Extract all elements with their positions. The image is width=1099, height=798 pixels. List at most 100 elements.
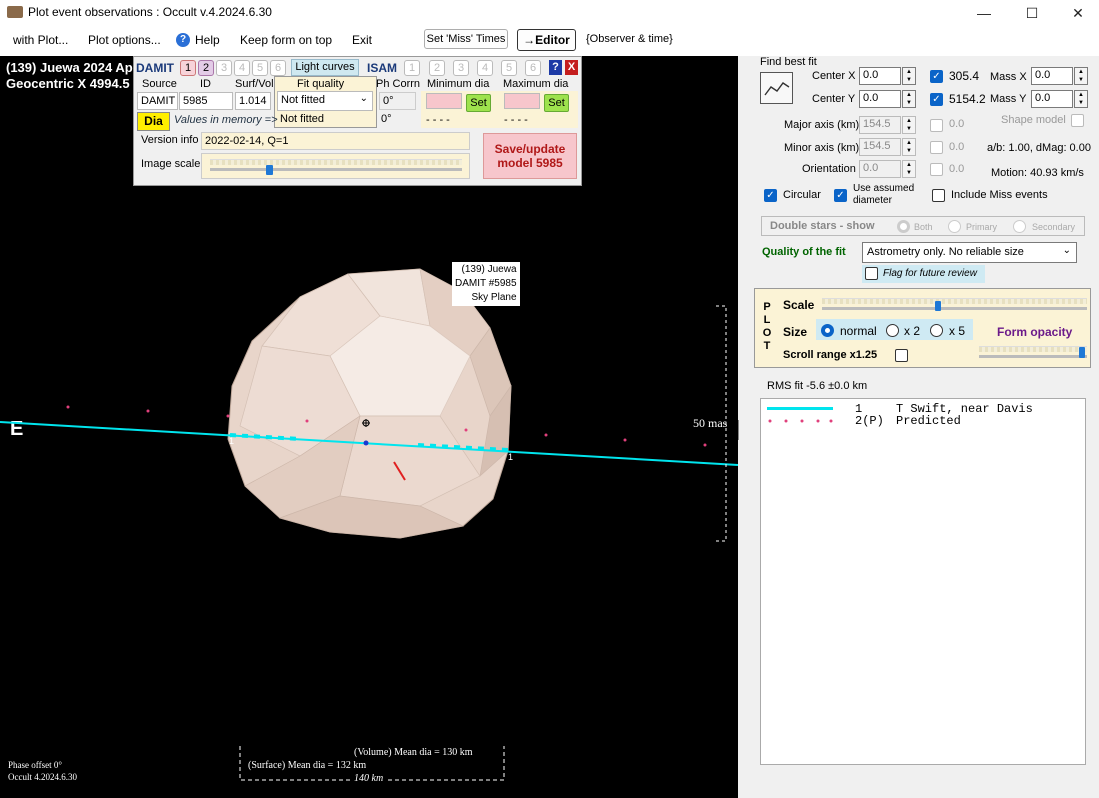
light-curves-button[interactable]: Light curves xyxy=(291,59,359,76)
menu-keep-form-on-top[interactable]: Keep form on top xyxy=(240,33,332,47)
dia-button[interactable]: Dia xyxy=(137,112,170,131)
damit-model-5[interactable]: 5 xyxy=(252,60,268,76)
include-miss-label: Include Miss events xyxy=(951,189,1048,201)
minor-axis-checkbox[interactable] xyxy=(930,141,943,154)
orientation-input[interactable]: 0.0 xyxy=(859,160,901,178)
menu-exit[interactable]: Exit xyxy=(352,33,372,47)
min-dia-set-button[interactable]: Set xyxy=(466,94,491,112)
rms-fit-label: RMS fit -5.6 ±0.0 km xyxy=(767,380,868,392)
splitter-handle[interactable] xyxy=(738,420,741,440)
damit-help-button[interactable]: ? xyxy=(549,60,562,75)
isam-model-1[interactable]: 1 xyxy=(404,60,420,76)
best-fit-button[interactable] xyxy=(760,72,793,104)
secondary-radio[interactable] xyxy=(1013,220,1026,233)
use-assumed-checkbox[interactable]: ✓ xyxy=(834,189,847,202)
image-scale-slider[interactable] xyxy=(201,153,470,179)
damit-model-1[interactable]: 1 xyxy=(180,60,196,76)
center-x-spinner[interactable]: ▲ ▼ xyxy=(902,67,916,85)
scroll-range-checkbox[interactable] xyxy=(895,349,908,362)
orientation-spinner[interactable]: ▲ ▼ xyxy=(902,160,916,178)
menu-observer-time[interactable]: {Observer & time} xyxy=(586,33,673,45)
col-min-dia: Minimum dia xyxy=(427,78,490,90)
quality-of-fit-select[interactable]: Astrometry only. No reliable size ⌄ xyxy=(862,242,1077,263)
include-miss-checkbox[interactable] xyxy=(932,189,945,202)
scale-km-label: 140 km xyxy=(352,773,386,784)
menu-with-plot[interactable]: with Plot... xyxy=(13,33,68,47)
major-axis-input[interactable]: 154.5 xyxy=(859,116,901,134)
maximize-button[interactable]: ☐ xyxy=(1009,0,1055,26)
observer-legend: 1 T Swift, near Davis 2(P) Predicted xyxy=(760,398,1086,765)
scale-slider-thumb[interactable] xyxy=(935,301,941,311)
motion-label: Motion: 40.93 km/s xyxy=(991,167,1084,179)
center-x-checkbox[interactable]: ✓ xyxy=(930,70,943,83)
form-opacity-thumb[interactable] xyxy=(1079,347,1085,358)
primary-radio[interactable] xyxy=(948,220,961,233)
center-y-input[interactable]: 0.0 xyxy=(859,90,901,108)
save-update-model-button[interactable]: Save/update model 5985 xyxy=(483,133,577,179)
max-dia-set-button[interactable]: Set xyxy=(544,94,569,112)
isam-model-6[interactable]: 6 xyxy=(525,60,541,76)
circular-label: Circular xyxy=(783,189,821,201)
legend-num-2: 2(P) xyxy=(855,414,884,428)
both-label: Both xyxy=(914,222,933,232)
circular-checkbox[interactable]: ✓ xyxy=(764,189,777,202)
min-dia-field[interactable] xyxy=(426,93,462,109)
menu-plot-options[interactable]: Plot options... xyxy=(88,33,161,47)
minor-axis-spinner[interactable]: ▲ ▼ xyxy=(902,138,916,156)
damit-model-4[interactable]: 4 xyxy=(234,60,250,76)
major-axis-checkbox[interactable] xyxy=(930,119,943,132)
isam-model-2[interactable]: 2 xyxy=(429,60,445,76)
form-opacity-slider[interactable] xyxy=(979,346,1087,360)
legend-line-1 xyxy=(767,404,833,412)
major-axis-spinner[interactable]: ▲ ▼ xyxy=(902,116,916,134)
use-assumed-label: Use assumed diameter xyxy=(853,183,915,206)
flag-review-checkbox[interactable] xyxy=(865,267,878,280)
isam-model-4[interactable]: 4 xyxy=(477,60,493,76)
find-best-fit-label: Find best fit xyxy=(760,56,817,68)
orientation-checkbox[interactable] xyxy=(930,163,943,176)
minimize-button[interactable]: — xyxy=(961,0,1007,26)
max-dia-field[interactable] xyxy=(504,93,540,109)
double-stars-label: Double stars - show xyxy=(770,220,875,232)
scale-slider[interactable] xyxy=(822,298,1087,312)
fit-quality-select[interactable]: Not fitted ⌄ xyxy=(277,91,373,111)
mass-x-spinner[interactable]: ▲ ▼ xyxy=(1074,67,1088,85)
damit-model-6[interactable]: 6 xyxy=(270,60,286,76)
menu-help[interactable]: Help xyxy=(195,33,220,47)
mass-x-input[interactable]: 0.0 xyxy=(1031,67,1073,85)
surf-vol-field[interactable]: 1.014 xyxy=(235,92,271,110)
id-field[interactable]: 5985 xyxy=(179,92,233,110)
both-radio[interactable] xyxy=(897,220,910,233)
ph-corrn-text: 0° xyxy=(381,113,392,125)
mass-y-spinner[interactable]: ▲ ▼ xyxy=(1074,90,1088,108)
editor-button[interactable]: →Editor xyxy=(517,29,576,51)
col-surf-vol: Surf/Vol xyxy=(235,78,274,90)
damit-panel: DAMIT 1 2 3 4 5 6 Light curves ISAM 1 2 … xyxy=(133,56,582,186)
ph-corrn-input[interactable]: 0° xyxy=(379,92,416,110)
center-y-spinner[interactable]: ▲ ▼ xyxy=(902,90,916,108)
isam-model-5[interactable]: 5 xyxy=(501,60,517,76)
set-miss-times-button[interactable]: Set 'Miss' Times xyxy=(424,29,508,49)
close-button[interactable]: ✕ xyxy=(1055,0,1099,26)
chevron-down-icon: ⌄ xyxy=(1062,245,1071,256)
damit-model-2[interactable]: 2 xyxy=(198,60,214,76)
image-scale-thumb[interactable] xyxy=(266,165,273,175)
size-x2-radio[interactable] xyxy=(886,324,899,337)
size-normal-radio[interactable] xyxy=(821,324,834,337)
window-title: Plot event observations : Occult v.4.202… xyxy=(28,5,272,19)
mass-y-input[interactable]: 0.0 xyxy=(1031,90,1073,108)
damit-close-button[interactable]: X xyxy=(565,60,578,75)
menu-bar: with Plot... Plot options... ? Help Keep… xyxy=(0,26,1099,56)
primary-label: Primary xyxy=(966,222,997,232)
damit-model-3[interactable]: 3 xyxy=(216,60,232,76)
center-x-input[interactable]: 0.0 xyxy=(859,67,901,85)
shape-model-checkbox[interactable] xyxy=(1071,114,1084,127)
size-x5-radio[interactable] xyxy=(930,324,943,337)
source-field[interactable]: DAMIT xyxy=(137,92,178,110)
double-stars-group: Double stars - show Both Primary Seconda… xyxy=(761,216,1085,236)
center-y-checkbox[interactable]: ✓ xyxy=(930,93,943,106)
center-x-fit-value: 305.4 xyxy=(949,69,980,83)
version-info-field[interactable]: 2022-02-14, Q=1 xyxy=(201,132,470,150)
minor-axis-input[interactable]: 154.5 xyxy=(859,138,901,156)
isam-model-3[interactable]: 3 xyxy=(453,60,469,76)
